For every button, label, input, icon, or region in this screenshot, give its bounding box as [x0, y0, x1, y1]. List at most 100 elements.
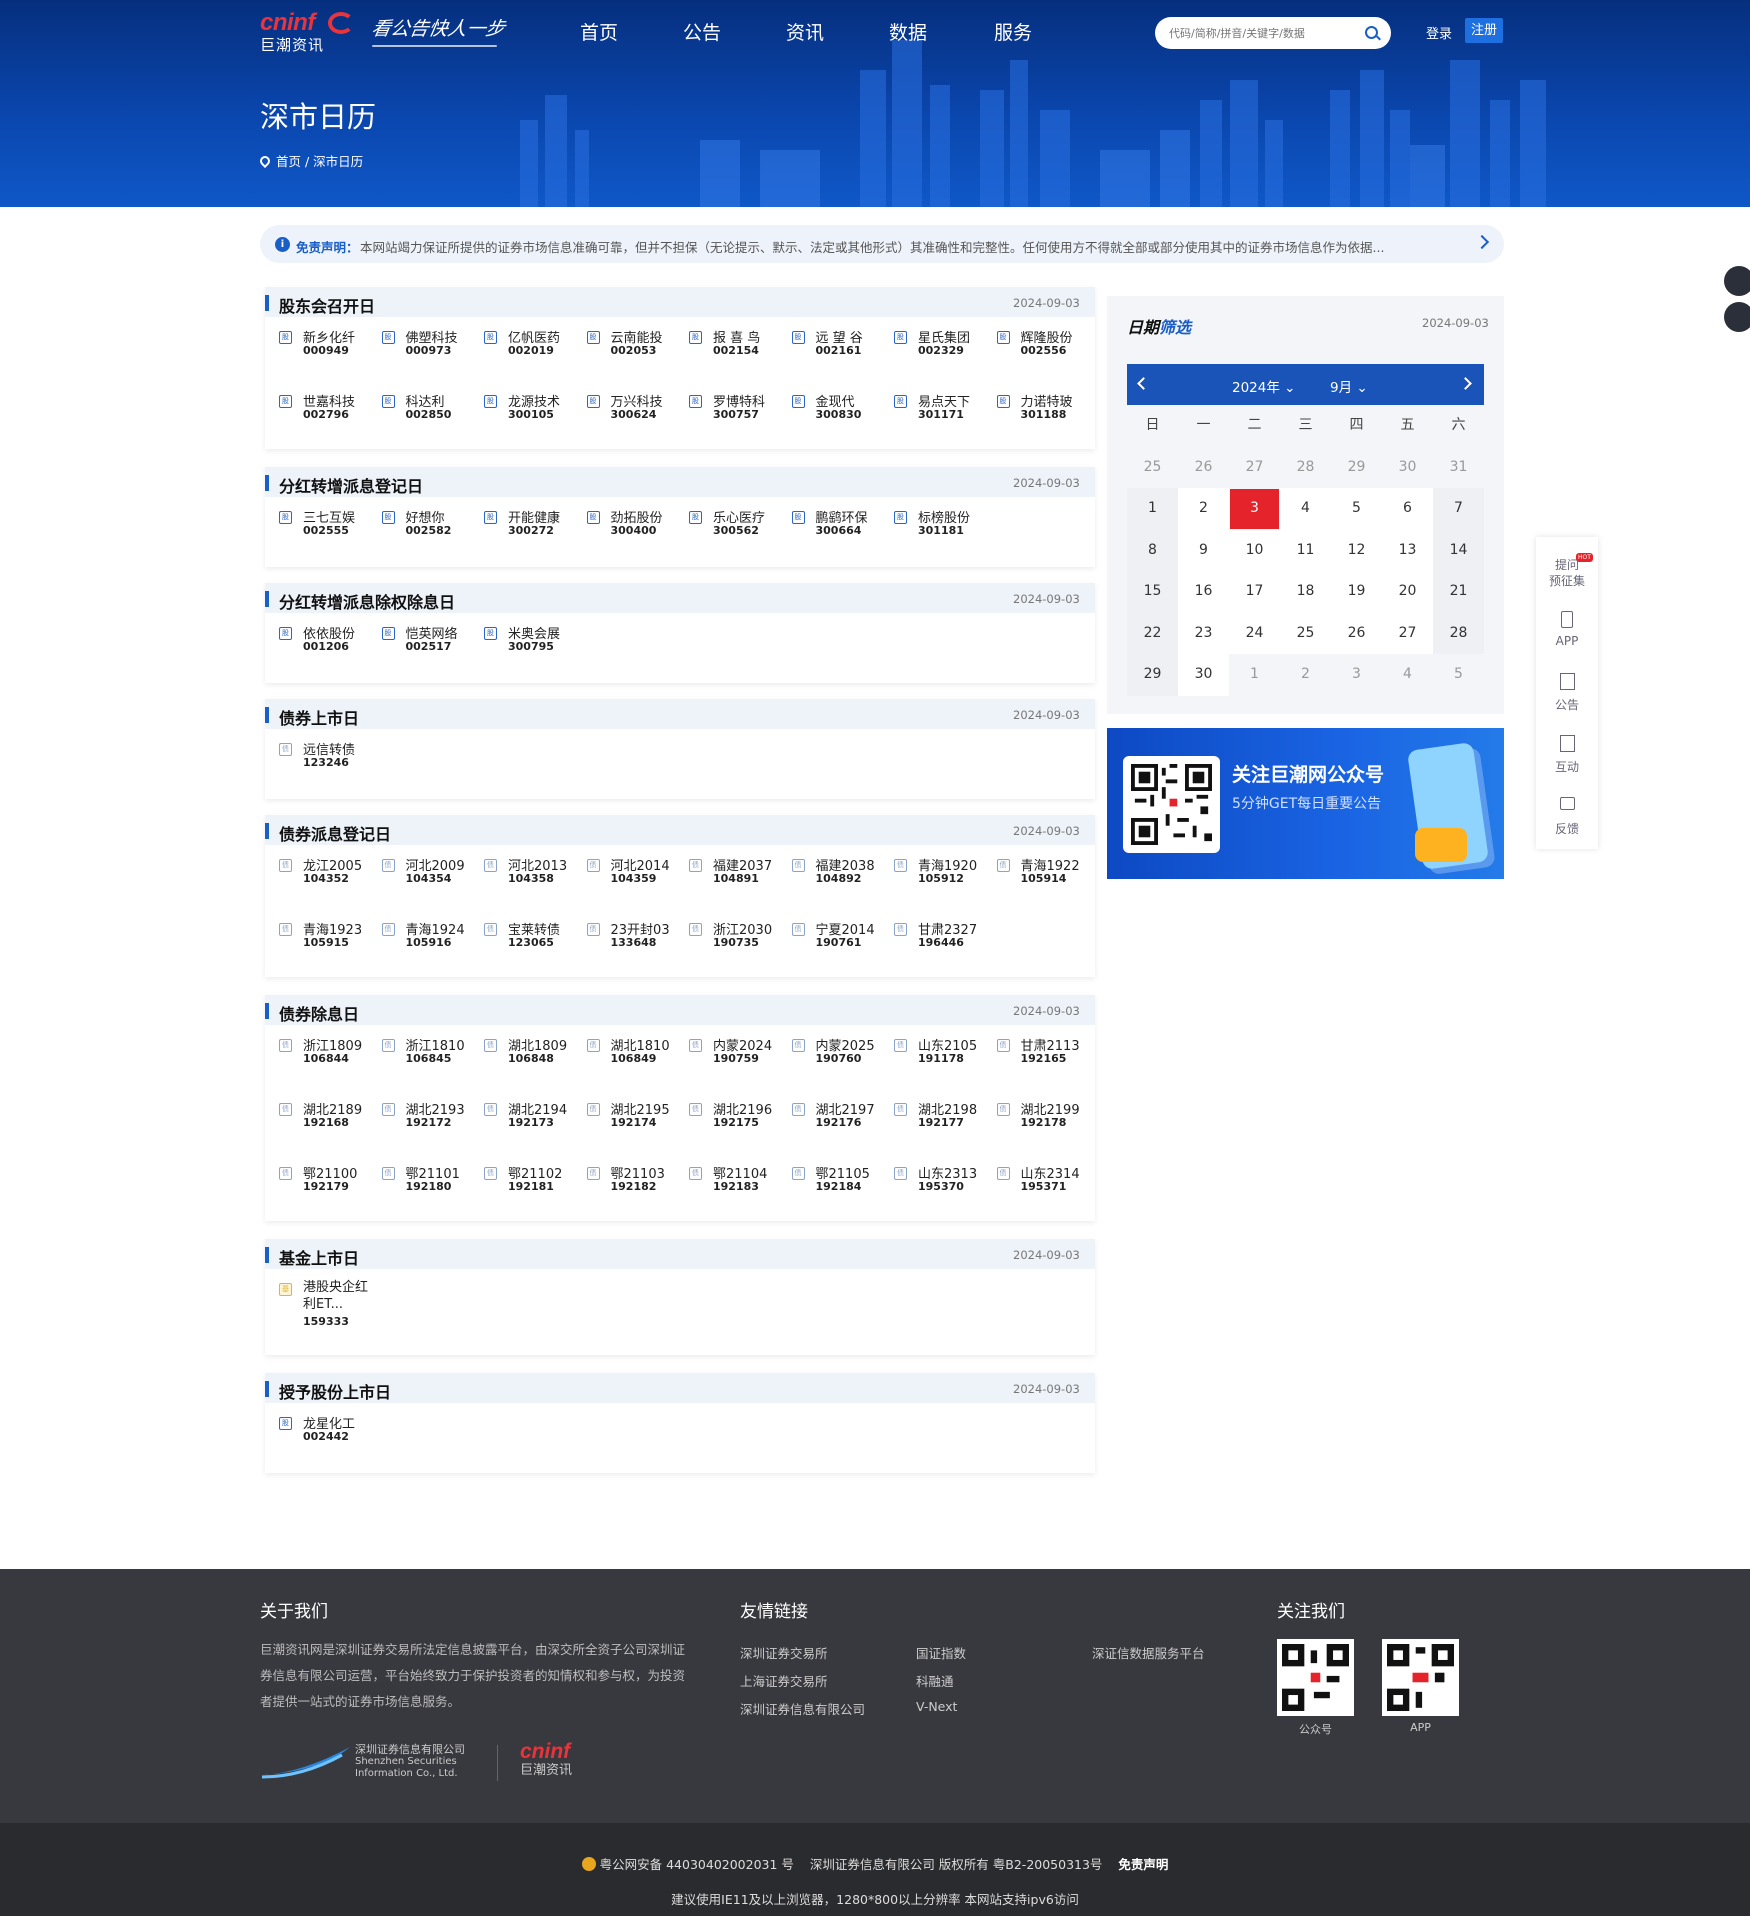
tool-announcement[interactable]: 公告 — [1536, 663, 1598, 721]
security-code[interactable]: 104892 — [816, 872, 862, 885]
ai-sparkle-float-icon[interactable] — [1724, 302, 1750, 332]
chevron-right-icon[interactable] — [1474, 234, 1490, 250]
register-button[interactable]: 注册 — [1465, 18, 1503, 43]
security-code[interactable]: 300400 — [611, 524, 657, 537]
security-code[interactable]: 192177 — [918, 1116, 964, 1129]
calendar-day[interactable]: 7 — [1433, 488, 1484, 530]
calendar-day[interactable]: 17 — [1229, 571, 1280, 613]
security-item[interactable]: 债青海1923 105915 — [265, 917, 365, 961]
calendar-day[interactable]: 29 — [1127, 654, 1178, 696]
security-item[interactable]: 股远 望 谷 002161 — [778, 325, 878, 369]
security-item[interactable]: 债山东2314 195371 — [983, 1161, 1083, 1205]
calendar-day[interactable]: 21 — [1433, 571, 1484, 613]
security-item[interactable]: 股开能健康 300272 — [470, 505, 570, 549]
security-code[interactable]: 300562 — [713, 524, 759, 537]
calendar-day[interactable]: 31 — [1433, 447, 1484, 489]
security-item[interactable]: 债 23开封03 133648 — [573, 917, 673, 961]
security-code[interactable]: 002582 — [406, 524, 452, 537]
link-sse[interactable]: 上海证券交易所 — [740, 1671, 828, 1690]
security-item[interactable]: 债浙江2030 190735 — [675, 917, 775, 961]
calendar-day[interactable]: 27 — [1229, 447, 1280, 489]
calendar-day[interactable]: 5 — [1331, 488, 1382, 530]
security-item[interactable]: 股龙星化工 002442 — [265, 1411, 365, 1455]
security-code[interactable]: 301171 — [918, 408, 964, 421]
security-code[interactable]: 159333 — [303, 1315, 349, 1328]
security-item[interactable]: 债湖北2198 192177 — [880, 1097, 980, 1141]
disclaimer-link[interactable]: 免责声明 — [1118, 1857, 1168, 1872]
security-item[interactable]: 债山东2105 191178 — [880, 1033, 980, 1077]
calendar-day[interactable]: 1 — [1229, 654, 1280, 696]
cninf-logo[interactable]: cninf 巨潮资讯 — [260, 10, 355, 58]
security-item[interactable]: 股星氏集团 002329 — [880, 325, 980, 369]
calendar-day[interactable]: 2 — [1280, 654, 1331, 696]
security-item[interactable]: 股鹏鹞环保 300664 — [778, 505, 878, 549]
calendar-day[interactable]: 9 — [1178, 529, 1229, 571]
security-code[interactable]: 192172 — [406, 1116, 452, 1129]
security-code[interactable]: 002161 — [816, 344, 862, 357]
nav-announcements[interactable]: 公告 — [683, 18, 721, 45]
security-code[interactable]: 104359 — [611, 872, 657, 885]
security-item[interactable]: 债远信转债 123246 — [265, 737, 365, 781]
security-item[interactable]: 债湖北1810 106849 — [573, 1033, 673, 1077]
security-code[interactable]: 190761 — [816, 936, 862, 949]
calendar-day[interactable]: 27 — [1382, 612, 1433, 654]
security-item[interactable]: 债鄂21102 192181 — [470, 1161, 570, 1205]
security-item[interactable]: 债河北2014 104359 — [573, 853, 673, 897]
month-select[interactable]: 9月 ⌄ — [1330, 376, 1368, 396]
security-item[interactable]: 股辉隆股份 002556 — [983, 325, 1083, 369]
security-code[interactable]: 195371 — [1021, 1180, 1067, 1193]
security-code[interactable]: 133648 — [611, 936, 657, 949]
security-code[interactable]: 123246 — [303, 756, 349, 769]
calendar-day[interactable]: 29 — [1331, 447, 1382, 489]
security-item[interactable]: 债宝莱转债 123065 — [470, 917, 570, 961]
security-item[interactable]: 股新乡化纤 000949 — [265, 325, 365, 369]
security-item[interactable]: 债鄂21103 192182 — [573, 1161, 673, 1205]
breadcrumb-text[interactable]: 首页 / 深市日历 — [276, 154, 363, 169]
security-item[interactable]: 股报 喜 鸟 002154 — [675, 325, 775, 369]
year-select[interactable]: 2024年 ⌄ — [1232, 376, 1295, 396]
security-item[interactable]: 股世嘉科技 002796 — [265, 389, 365, 433]
tool-app[interactable]: APP — [1536, 601, 1598, 659]
security-item[interactable]: 债福建2037 104891 — [675, 853, 775, 897]
security-item[interactable]: 债内蒙2024 190759 — [675, 1033, 775, 1077]
link-kerongtong[interactable]: 科融通 — [916, 1671, 954, 1690]
security-item[interactable]: 股金现代 300830 — [778, 389, 878, 433]
security-code[interactable]: 301181 — [918, 524, 964, 537]
security-code[interactable]: 192183 — [713, 1180, 759, 1193]
security-code[interactable]: 191178 — [918, 1052, 964, 1065]
security-code[interactable]: 301188 — [1021, 408, 1067, 421]
security-item[interactable]: 股力诺特玻 301188 — [983, 389, 1083, 433]
login-link[interactable]: 登录 — [1426, 23, 1452, 42]
calendar-day[interactable]: 1 — [1127, 488, 1178, 530]
security-item[interactable]: 债湖北2197 192176 — [778, 1097, 878, 1141]
calendar-day[interactable]: 4 — [1382, 654, 1433, 696]
security-item[interactable]: 股三七互娱 002555 — [265, 505, 365, 549]
security-name[interactable]: 港股央企红利ET... — [303, 1279, 375, 1313]
calendar-day[interactable]: 13 — [1382, 529, 1433, 571]
wechat-follow-banner[interactable]: 关注巨潮网公众号 5分钟GET每日重要公告 — [1107, 728, 1504, 879]
security-code[interactable]: 106849 — [611, 1052, 657, 1065]
nav-data[interactable]: 数据 — [889, 18, 927, 45]
security-code[interactable]: 192180 — [406, 1180, 452, 1193]
security-code[interactable]: 002796 — [303, 408, 349, 421]
calendar-day[interactable]: 24 — [1229, 612, 1280, 654]
calendar-day[interactable]: 20 — [1382, 571, 1433, 613]
security-item[interactable]: 债内蒙2025 190760 — [778, 1033, 878, 1077]
link-cnindex[interactable]: 国证指数 — [916, 1643, 966, 1662]
calendar-day[interactable]: 6 — [1382, 488, 1433, 530]
calendar-day[interactable]: 10 — [1229, 529, 1280, 571]
security-code[interactable]: 002329 — [918, 344, 964, 357]
security-code[interactable]: 300795 — [508, 640, 554, 653]
security-code[interactable]: 192184 — [816, 1180, 862, 1193]
security-item[interactable]: 股恺英网络 002517 — [368, 621, 468, 665]
security-code[interactable]: 192182 — [611, 1180, 657, 1193]
calendar-day-selected[interactable]: 3 — [1230, 489, 1279, 529]
security-item[interactable]: 股依依股份 001206 — [265, 621, 365, 665]
security-code[interactable]: 000949 — [303, 344, 349, 357]
calendar-day[interactable]: 3 — [1331, 654, 1382, 696]
security-code[interactable]: 300272 — [508, 524, 554, 537]
security-code[interactable]: 300624 — [611, 408, 657, 421]
nav-home[interactable]: 首页 — [580, 18, 618, 45]
calendar-day[interactable]: 23 — [1178, 612, 1229, 654]
link-data-platform[interactable]: 深证信数据服务平台 — [1092, 1643, 1205, 1662]
